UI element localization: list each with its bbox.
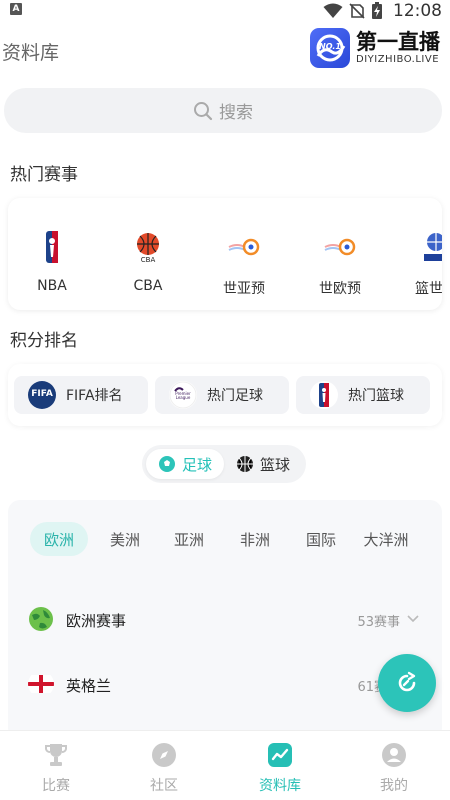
event-fiba-europe[interactable]: 世欧预: [300, 198, 380, 310]
wifi-icon: [323, 3, 343, 18]
tab-label: 我的: [380, 778, 408, 794]
tab-matches[interactable]: 比赛: [0, 731, 112, 800]
ranking-hot-football-button[interactable]: Premier League 热门足球: [155, 376, 289, 414]
event-cba[interactable]: CBA CBA: [108, 198, 188, 310]
fiba-europe-icon: [324, 238, 356, 256]
rankings-title: 积分排名: [10, 331, 78, 351]
clock: 12:08: [393, 1, 442, 21]
hot-events-title: 热门赛事: [10, 165, 78, 185]
premier-league-badge: Premier League: [175, 391, 191, 400]
tab-label: 比赛: [42, 778, 70, 794]
region-tab-africa[interactable]: 非洲: [238, 522, 272, 556]
england-flag-icon: [28, 675, 54, 693]
app-notification-icon: A: [10, 3, 22, 15]
row-label: 英格兰: [66, 677, 112, 695]
tab-profile[interactable]: 我的: [338, 731, 450, 800]
region-tab-international[interactable]: 国际: [304, 522, 338, 556]
hot-events-card: NBA CBA CBA 世亚预 世欧预 篮世杯: [8, 198, 442, 310]
search-placeholder: 搜索: [219, 103, 253, 123]
search-bar[interactable]: 搜索: [4, 88, 442, 133]
premier-league-icon: Premier League: [169, 381, 197, 409]
nba-logo-icon: [46, 231, 58, 263]
tab-label: 社区: [150, 778, 178, 794]
status-icons: 12:08: [323, 0, 442, 22]
logo-badge: NO.1: [319, 42, 341, 51]
event-nba[interactable]: NBA: [12, 198, 92, 310]
basketball-world-cup-icon: [424, 233, 442, 261]
event-world-cup[interactable]: 篮世杯: [396, 198, 442, 310]
nba-logo-icon: [310, 381, 338, 409]
chart-icon: [268, 743, 292, 767]
battery-icon: [372, 2, 382, 19]
chevron-down-icon: [407, 615, 419, 623]
event-fiba-asia[interactable]: 世亚预: [204, 198, 284, 310]
tab-community[interactable]: 社区: [108, 731, 220, 800]
sport-toggle: 足球 篮球: [142, 445, 306, 483]
region-tab-americas[interactable]: 美洲: [108, 522, 142, 556]
tab-database[interactable]: 资料库: [224, 731, 336, 800]
cba-logo-icon: CBA: [137, 233, 159, 264]
ranking-label: FIFA排名: [66, 388, 123, 404]
trophy-icon: [45, 744, 67, 766]
toggle-label: 足球: [181, 455, 212, 474]
logo-name: 第一直播: [356, 30, 440, 54]
event-label: CBA: [133, 278, 163, 294]
ranking-label: 热门足球: [207, 388, 263, 404]
toggle-basketball[interactable]: 篮球: [224, 449, 302, 479]
refresh-fab[interactable]: [378, 654, 436, 712]
region-tabs: 欧洲 美洲 亚洲 非洲 国际 大洋洲: [8, 522, 442, 556]
toggle-label: 篮球: [259, 455, 290, 474]
event-label: 世欧预: [319, 281, 361, 297]
ranking-hot-basketball-button[interactable]: 热门篮球: [296, 376, 430, 414]
fiba-asia-icon: [228, 238, 260, 256]
region-tab-europe[interactable]: 欧洲: [30, 522, 88, 556]
no-signal-icon: [349, 3, 365, 19]
list-item-england[interactable]: 英格兰 61赛事: [8, 661, 442, 707]
globe-icon: [29, 607, 53, 631]
event-label: 世亚预: [223, 281, 265, 297]
region-tab-asia[interactable]: 亚洲: [172, 522, 206, 556]
row-count: 53赛事: [357, 615, 400, 630]
soccer-ball-icon: [158, 456, 175, 472]
event-label: 篮世杯: [415, 281, 442, 297]
refresh-icon: [398, 671, 416, 692]
row-label: 欧洲赛事: [66, 612, 127, 630]
ranking-label: 热门篮球: [348, 388, 404, 404]
event-label: NBA: [37, 278, 67, 294]
toggle-football[interactable]: 足球: [146, 449, 224, 479]
ranking-fifa-button[interactable]: FIFA FIFA排名: [14, 376, 148, 414]
brand-logo: NO.1 第一直播 DIYIZHIBO.LIVE: [310, 28, 440, 68]
page-title: 资料库: [2, 42, 60, 64]
fifa-badge: FIFA: [31, 389, 53, 399]
list-item-europe-events[interactable]: 欧洲赛事 53赛事: [8, 596, 442, 642]
user-icon: [382, 743, 406, 767]
compass-icon: [152, 743, 176, 767]
bottom-nav: 比赛 社区 资料库 我的: [0, 730, 450, 800]
logo-mark-icon: NO.1: [310, 28, 350, 68]
status-bar: A 12:08: [0, 0, 450, 22]
svg-text:CBA: CBA: [141, 256, 156, 264]
search-icon: [194, 101, 213, 120]
tab-label: 资料库: [259, 778, 301, 794]
region-tab-oceania[interactable]: 大洋洲: [360, 522, 412, 556]
fifa-icon: FIFA: [28, 381, 56, 409]
logo-domain: DIYIZHIBO.LIVE: [356, 54, 440, 65]
rankings-card: FIFA FIFA排名 Premier League 热门足球 热门篮球: [8, 364, 442, 426]
basketball-icon: [236, 456, 253, 472]
header: 资料库 NO.1 第一直播 DIYIZHIBO.LIVE: [0, 26, 450, 72]
